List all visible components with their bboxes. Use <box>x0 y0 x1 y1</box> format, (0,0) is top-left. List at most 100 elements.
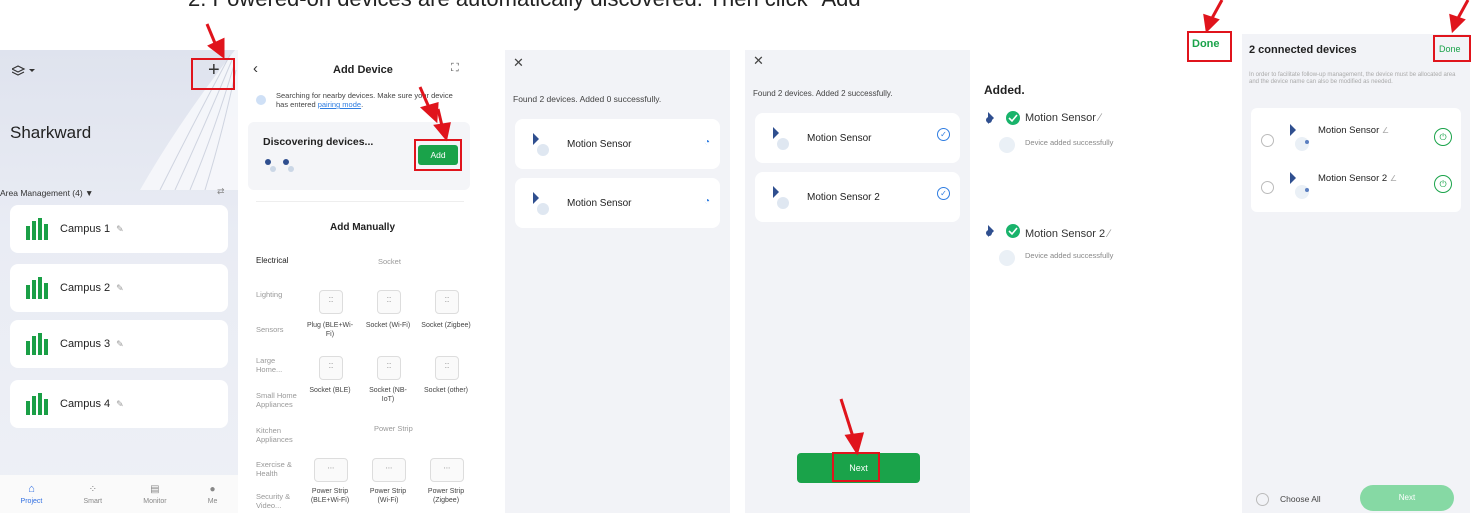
category-exercise[interactable]: Exercise & Health <box>256 460 296 478</box>
scan-icon[interactable]: ⛶ <box>451 62 459 75</box>
socket-icon[interactable]: ⁚⁚ <box>435 290 459 314</box>
tab-label: Smart <box>83 497 103 505</box>
campus-name: Campus 1 <box>60 223 111 235</box>
motion-sensor-icon <box>1286 122 1312 157</box>
device-name: Motion Sensor <box>567 197 632 209</box>
campus-item[interactable]: Campus 4 ✎ <box>10 380 228 428</box>
power-icon[interactable]: ⏻ <box>1434 128 1452 146</box>
category-security[interactable]: Security & Video... <box>256 492 296 510</box>
device-card[interactable]: Motion Sensor 2 ✓ <box>755 172 960 222</box>
category-large-home[interactable]: Large Home... <box>256 356 288 374</box>
campus-name: Campus 3 <box>60 338 111 350</box>
sort-icon[interactable]: ⇄ <box>217 186 225 197</box>
edit-icon[interactable]: ∕ <box>1108 228 1110 240</box>
campus-item[interactable]: Campus 3 ✎ <box>10 320 228 368</box>
sensor-with-check-icon <box>983 110 1023 161</box>
campus-item[interactable]: Campus 1 ✎ <box>10 205 228 253</box>
edit-icon[interactable]: ∕ <box>1099 112 1101 124</box>
discovering-label: Discovering devices... <box>263 136 374 148</box>
edit-icon[interactable]: ✎ <box>116 339 124 350</box>
socket-label: Socket (Zigbee) <box>421 322 471 329</box>
power-strip-label: Power Strip (Wi-Fi) <box>369 488 407 504</box>
power-strip-label: Power Strip (BLE+Wi-Fi) <box>310 488 350 504</box>
choose-all-radio[interactable] <box>1256 493 1269 506</box>
select-radio[interactable] <box>1261 181 1274 194</box>
found-status: Found 2 devices. Added 2 successfully. <box>753 89 893 98</box>
arrow-to-plus <box>205 23 219 49</box>
done-highlight-box <box>1433 35 1471 62</box>
layers-menu-icon[interactable] <box>10 64 38 81</box>
device-card[interactable]: Motion Sensor ✓ <box>755 113 960 163</box>
campus-name: Campus 2 <box>60 282 111 294</box>
project-home-screen: + Sharkward Area Management (4) ▼ ⇄ Camp… <box>0 50 238 513</box>
category-lighting[interactable]: Lighting <box>256 290 296 299</box>
socket-label: Socket (NB-IoT) <box>369 387 407 403</box>
socket-icon[interactable]: ⁚⁚ <box>377 290 401 314</box>
socket-label: Socket (Wi-Fi) <box>365 322 411 329</box>
campus-item[interactable]: Campus 2 ✎ <box>10 264 228 312</box>
smart-icon: ⁘ <box>88 483 97 495</box>
back-chevron-icon[interactable]: ‹ <box>253 60 258 77</box>
group-strip-label: Power Strip <box>374 424 413 433</box>
socket-icon[interactable]: ⁚⁚ <box>377 356 401 380</box>
device-card[interactable]: Motion Sensor ◔ <box>515 119 720 169</box>
select-radio[interactable] <box>1261 134 1274 147</box>
device-name: Motion Sensor ∠ <box>1318 125 1390 136</box>
add-device-screen: ‹ Add Device ⛶ Searching for nearby devi… <box>238 50 478 513</box>
check-circle-icon: ✓ <box>937 187 950 200</box>
edit-icon[interactable]: ∠ <box>1390 174 1397 183</box>
category-electrical[interactable]: Electrical <box>256 256 288 265</box>
motion-sensor-icon <box>1286 170 1312 205</box>
category-small-home[interactable]: Small Home Appliances <box>256 391 302 409</box>
power-strip-icon[interactable]: ⋯ <box>314 458 348 482</box>
motion-sensor-icon <box>529 190 553 216</box>
socket-label: Socket (other) <box>424 387 468 394</box>
loading-spinner-icon: ◔ <box>703 137 710 148</box>
plus-highlight-box <box>191 58 235 90</box>
close-icon[interactable]: ✕ <box>753 53 764 69</box>
campus-name: Campus 4 <box>60 398 111 410</box>
connected-devices-screen: 2 connected devices Done In order to fac… <box>1242 34 1470 513</box>
edit-icon[interactable]: ✎ <box>116 399 124 410</box>
added-title: Added. <box>984 83 1025 97</box>
tab-me[interactable]: ● Me <box>208 484 218 505</box>
pairing-mode-link[interactable]: pairing mode <box>318 100 361 109</box>
page-title: 2 connected devices <box>1249 44 1357 56</box>
motion-sensor-icon <box>769 125 793 151</box>
motion-sensor-icon <box>529 131 553 157</box>
tab-monitor[interactable]: ▤ Monitor <box>143 484 166 505</box>
socket-icon[interactable]: ⁚⁚ <box>319 290 343 314</box>
edit-icon[interactable]: ✎ <box>116 283 124 294</box>
power-icon[interactable]: ⏻ <box>1434 175 1452 193</box>
next-highlight-box <box>832 452 880 482</box>
power-strip-icon[interactable]: ⋯ <box>372 458 406 482</box>
close-icon[interactable]: ✕ <box>513 55 524 71</box>
motion-sensor-icon <box>769 184 793 210</box>
category-kitchen[interactable]: Kitchen Appliances <box>256 426 302 444</box>
tab-project[interactable]: ⌂ Project <box>21 483 43 505</box>
choose-all-label[interactable]: Choose All <box>1280 494 1321 504</box>
tab-smart[interactable]: ⁘ Smart <box>83 484 102 505</box>
category-sensors[interactable]: Sensors <box>256 325 296 334</box>
device-name: Motion Sensor 2 <box>807 191 880 203</box>
campus-building-icon <box>24 218 50 240</box>
power-strip-icon[interactable]: ⋯ <box>430 458 464 482</box>
edit-icon[interactable]: ✎ <box>116 224 124 235</box>
done-highlight-box <box>1187 31 1232 62</box>
socket-icon[interactable]: ⁚⁚ <box>435 356 459 380</box>
device-status: Device added successfully <box>1025 251 1114 260</box>
bottom-tab-bar: ⌂ Project ⁘ Smart ▤ Monitor ● Me <box>0 475 238 513</box>
person-icon: ● <box>209 483 216 495</box>
campus-building-icon <box>24 277 50 299</box>
info-text: In order to facilitate follow-up managem… <box>1249 72 1456 85</box>
edit-icon[interactable]: ∠ <box>1382 126 1389 135</box>
arrow-to-done <box>1209 0 1224 21</box>
searching-indicator-icon <box>256 95 266 105</box>
loading-spinner-icon: ◔ <box>703 196 710 207</box>
found-devices-screen: ✕ Found 2 devices. Added 0 successfully.… <box>505 50 730 513</box>
socket-icon[interactable]: ⁚⁚ <box>319 356 343 380</box>
device-card[interactable]: Motion Sensor ◔ <box>515 178 720 228</box>
next-button[interactable]: Next <box>1360 485 1454 511</box>
sensor-with-check-icon <box>983 223 1023 274</box>
area-management-label[interactable]: Area Management (4) ▼ <box>0 188 93 198</box>
